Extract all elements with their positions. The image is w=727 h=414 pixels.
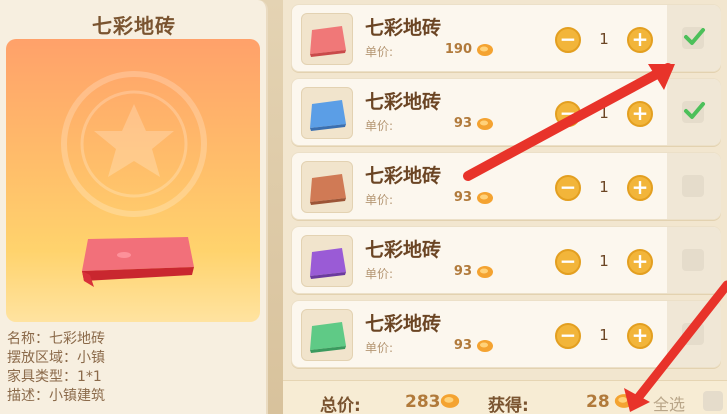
item-name: 七彩地砖	[365, 313, 442, 335]
item-checkbox[interactable]	[682, 27, 705, 49]
gain-value: 28	[586, 392, 610, 412]
price-label: 单价:	[365, 341, 394, 355]
item-price: 93	[453, 264, 472, 279]
quantity-stepper[interactable]: − 1 +	[555, 175, 655, 201]
price-label: 单价:	[365, 45, 394, 59]
list-item[interactable]: 七彩地砖 单价: 93 − 1 +	[291, 226, 721, 294]
quantity-value: 1	[599, 178, 609, 196]
select-column	[667, 79, 721, 145]
plus-button[interactable]: +	[627, 249, 653, 275]
list-item[interactable]: 七彩地砖 单价: 190 − 1 +	[291, 4, 721, 72]
checkmark-icon	[684, 102, 705, 119]
tile-icon	[301, 161, 353, 213]
coin-icon	[614, 394, 634, 408]
quantity-stepper[interactable]: − 1 +	[555, 323, 655, 349]
tile-icon	[301, 235, 353, 287]
info-area: 摆放区域：小镇	[7, 350, 105, 366]
emblem-watermark-icon	[61, 71, 207, 217]
quantity-value: 1	[599, 326, 609, 344]
select-all-checkbox[interactable]	[703, 391, 723, 411]
price-label: 单价:	[365, 119, 394, 133]
coin-icon	[477, 266, 493, 278]
list-item[interactable]: 七彩地砖 单价: 93 − 1 +	[291, 78, 721, 146]
coin-icon	[477, 44, 493, 56]
item-checkbox[interactable]	[682, 101, 705, 123]
shop-screen: 七彩地砖 名称：七彩地砖 摆放区域：小镇 家具类型：1*1 描述：小镇建筑 七彩…	[0, 0, 727, 414]
detail-title: 七彩地砖	[92, 14, 176, 38]
item-name: 七彩地砖	[365, 239, 442, 261]
cart-footer: 总价: 283 获得: 28 全选	[283, 380, 727, 414]
quantity-stepper[interactable]: − 1 +	[555, 101, 655, 127]
info-desc: 描述：小镇建筑	[7, 388, 105, 404]
info-name: 名称：七彩地砖	[7, 331, 105, 347]
tile-icon	[301, 87, 353, 139]
checkmark-icon	[684, 28, 705, 45]
item-price: 93	[453, 338, 472, 353]
minus-button[interactable]: −	[555, 323, 581, 349]
price-label: 单价:	[365, 193, 394, 207]
item-name: 七彩地砖	[365, 91, 442, 113]
minus-button[interactable]: −	[555, 249, 581, 275]
select-column	[667, 153, 721, 219]
coin-icon	[477, 192, 493, 204]
tile-icon	[301, 309, 353, 361]
plus-button[interactable]: +	[627, 27, 653, 53]
select-all-label[interactable]: 全选	[653, 391, 685, 414]
plus-button[interactable]: +	[627, 175, 653, 201]
quantity-value: 1	[599, 104, 609, 122]
info-type: 家具类型：1*1	[7, 369, 102, 385]
minus-button[interactable]: −	[555, 101, 581, 127]
item-checkbox[interactable]	[682, 175, 704, 197]
quantity-stepper[interactable]: − 1 +	[555, 249, 655, 275]
price-label: 单价:	[365, 267, 394, 281]
plus-button[interactable]: +	[627, 101, 653, 127]
quantity-value: 1	[599, 252, 609, 270]
select-column	[667, 227, 721, 293]
item-preview	[6, 39, 260, 322]
item-name: 七彩地砖	[365, 17, 442, 39]
minus-button[interactable]: −	[555, 175, 581, 201]
total-label: 总价:	[320, 396, 361, 414]
select-column	[667, 301, 721, 367]
list-item[interactable]: 七彩地砖 单价: 93 − 1 +	[291, 300, 721, 368]
coin-icon	[440, 394, 460, 408]
item-checkbox[interactable]	[682, 249, 704, 271]
plus-button[interactable]: +	[627, 323, 653, 349]
quantity-stepper[interactable]: − 1 +	[555, 27, 655, 53]
gain-label: 获得:	[488, 396, 529, 414]
coin-icon	[477, 118, 493, 130]
tile-preview-icon	[82, 237, 194, 287]
tile-icon	[301, 13, 353, 65]
total-value: 283	[405, 392, 441, 412]
item-price: 93	[453, 190, 472, 205]
coin-icon	[477, 340, 493, 352]
quantity-value: 1	[599, 30, 609, 48]
item-price: 93	[453, 116, 472, 131]
list-item[interactable]: 七彩地砖 单价: 93 − 1 +	[291, 152, 721, 220]
item-name: 七彩地砖	[365, 165, 442, 187]
minus-button[interactable]: −	[555, 27, 581, 53]
select-column	[667, 5, 721, 71]
cart-list[interactable]: 七彩地砖 单价: 190 − 1 + 七彩地砖 单价: 93 − 1 + 七彩地…	[283, 0, 727, 414]
detail-info: 名称：七彩地砖 摆放区域：小镇 家具类型：1*1 描述：小镇建筑	[7, 330, 257, 406]
item-detail-panel: 七彩地砖 名称：七彩地砖 摆放区域：小镇 家具类型：1*1 描述：小镇建筑	[0, 0, 268, 414]
item-checkbox[interactable]	[682, 323, 704, 345]
item-price: 190	[444, 42, 472, 57]
